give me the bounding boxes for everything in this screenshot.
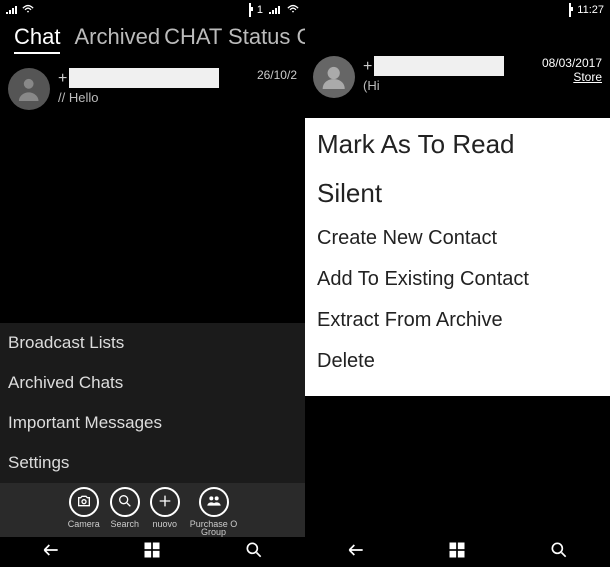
nav-bar: [305, 537, 610, 567]
battery-icon: [249, 4, 251, 16]
chat-row[interactable]: + (Hi 08/03/2017 Store: [305, 50, 610, 104]
search-label: Search: [110, 519, 139, 529]
tab-archived[interactable]: Archived: [74, 24, 160, 54]
group-label: Group: [201, 527, 226, 537]
ctx-add-existing[interactable]: Add To Existing Contact: [305, 259, 610, 300]
menu-important-messages[interactable]: Important Messages: [0, 403, 305, 443]
group-button[interactable]: Purchase O Group: [190, 487, 238, 537]
nav-bar: [0, 537, 305, 567]
contact-name-redacted: [69, 68, 219, 88]
ctx-delete[interactable]: Delete: [305, 341, 610, 382]
group-icon: [206, 493, 222, 511]
plus-icon: [157, 493, 173, 511]
chat-date: 08/03/2017: [542, 56, 602, 70]
ctx-create-contact[interactable]: Create New Contact: [305, 218, 610, 259]
chat-preview: // Hello: [58, 90, 249, 105]
tab-status-calls[interactable]: CHAT Status Calls: [164, 24, 305, 54]
phone-prefix: +: [363, 58, 372, 76]
avatar: [313, 56, 355, 98]
signal-icon: [6, 4, 18, 17]
chat-preview: (Hi: [363, 78, 534, 93]
battery-icon: [569, 4, 571, 16]
tab-bar: Chat Archived CHAT Status Calls: [0, 20, 305, 62]
store-link[interactable]: Store: [573, 70, 602, 84]
menu-settings[interactable]: Settings: [0, 443, 305, 483]
ctx-silent[interactable]: Silent: [305, 169, 610, 218]
windows-icon[interactable]: [447, 540, 467, 565]
battery-text: 1: [257, 4, 263, 16]
clock-text: 11:27: [577, 4, 604, 16]
chat-date: 26/10/2: [257, 68, 297, 82]
ctx-extract-archive[interactable]: Extract From Archive: [305, 300, 610, 341]
windows-icon[interactable]: [142, 540, 162, 565]
phone-prefix: +: [58, 70, 67, 88]
tab-chat[interactable]: Chat: [14, 24, 60, 54]
wifi-icon: [22, 4, 34, 17]
back-icon[interactable]: [41, 540, 61, 565]
contact-name-redacted: [374, 56, 504, 76]
new-button[interactable]: nuovo: [150, 487, 180, 537]
wifi-icon: [287, 4, 299, 17]
ctx-mark-read[interactable]: Mark As To Read: [305, 120, 610, 169]
search-nav-icon[interactable]: [549, 540, 569, 565]
phone-left: 1 Chat Archived CHAT Status Calls + // H…: [0, 0, 305, 567]
camera-label: Camera: [68, 519, 100, 529]
menu-broadcast-lists[interactable]: Broadcast Lists: [0, 323, 305, 363]
avatar: [8, 68, 50, 110]
search-nav-icon[interactable]: [244, 540, 264, 565]
menu-archived-chats[interactable]: Archived Chats: [0, 363, 305, 403]
phone-right: 11:27 + (Hi 08/03/2017 Store Mark As To …: [305, 0, 610, 567]
action-bar: Camera Search nuovo Purchase O Group: [0, 483, 305, 537]
nuovo-label: nuovo: [152, 519, 177, 529]
status-bar: 11:27: [305, 0, 610, 20]
search-icon: [117, 493, 133, 511]
back-icon[interactable]: [346, 540, 366, 565]
chat-row[interactable]: + // Hello 26/10/2: [0, 62, 305, 116]
context-menu: Mark As To Read Silent Create New Contac…: [305, 118, 610, 396]
status-bar: 1: [0, 0, 305, 20]
signal-icon: [269, 4, 281, 17]
camera-icon: [76, 493, 92, 511]
search-button[interactable]: Search: [110, 487, 140, 537]
camera-button[interactable]: Camera: [68, 487, 100, 537]
